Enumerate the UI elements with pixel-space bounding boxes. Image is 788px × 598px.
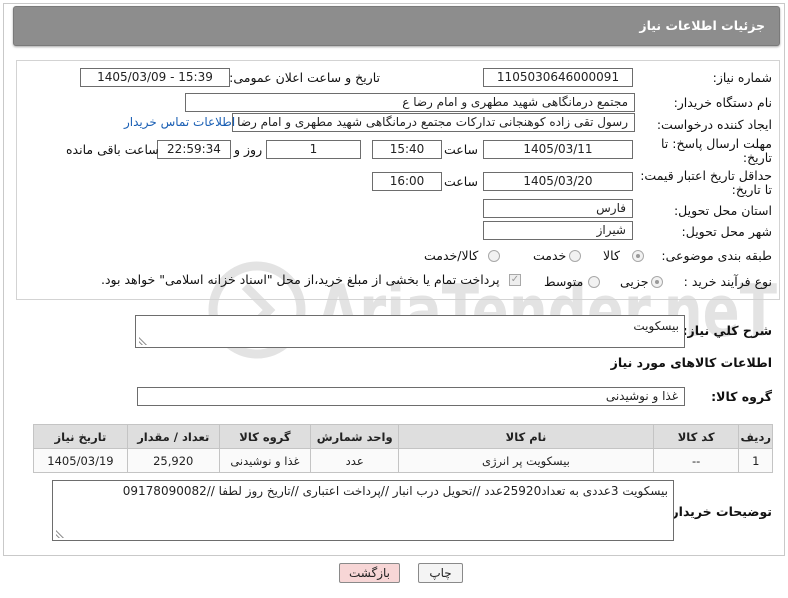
treasury-payment-checkbox[interactable]: ✓ [509, 274, 521, 286]
goods-group-field: غذا و نوشیدنی [137, 387, 685, 406]
cell-group: غذا و نوشیدنی [218, 448, 312, 473]
process-option-minor: جزیی [620, 274, 649, 289]
buyer-notes-label: توضیحات خریدار: [666, 504, 772, 519]
col-name-header: نام کالا [398, 424, 654, 449]
remaining-time-label: ساعت باقی مانده [66, 142, 159, 157]
table-row: 1 -- بیسکویت پر انرژی عدد غذا و نوشیدنی … [33, 448, 773, 473]
category-radio-service[interactable] [569, 250, 581, 262]
summary-label: شرح کلي نياز: [682, 323, 772, 338]
days-label: روز و [234, 142, 263, 157]
buyer-notes-text: بیسکویت 3عددی به تعداد25920عدد //تحویل د… [122, 484, 668, 498]
summary-textarea: بیسکویت [135, 315, 685, 348]
process-label: نوع فرآیند خرید : [683, 274, 772, 289]
print-button[interactable]: چاپ [418, 563, 463, 583]
back-button[interactable]: بازگشت [339, 563, 400, 583]
deadline-label-2: تاریخ: [742, 150, 772, 165]
buyer-notes-textarea: بیسکویت 3عددی به تعداد25920عدد //تحویل د… [52, 480, 674, 541]
category-option-goods: کالا [603, 248, 620, 263]
days-remaining-field: 1 [266, 140, 361, 159]
buyer-org-field: مجتمع درمانگاهی شهید مطهری و امام رضا ع [185, 93, 635, 112]
need-number-field: 1105030646000091 [483, 68, 633, 87]
cell-code: -- [652, 448, 740, 473]
table-header-row: ردیف کد کالا نام کالا واحد شمارش گروه کا… [33, 424, 773, 449]
cell-date: 1405/03/19 [33, 448, 128, 473]
category-option-both: کالا/خدمت [424, 248, 479, 263]
process-radio-medium[interactable] [588, 276, 600, 288]
summary-text: بیسکویت [633, 319, 679, 333]
category-radio-both[interactable] [488, 250, 500, 262]
deadline-time-label: ساعت [444, 142, 479, 157]
remaining-time-field: 22:59:34 [157, 140, 231, 159]
col-unit-header: واحد شمارش [310, 424, 400, 449]
col-code-header: کد کالا [652, 424, 740, 449]
col-row-header: ردیف [738, 424, 773, 449]
announce-date-label: تاریخ و ساعت اعلان عمومی: [229, 70, 380, 85]
requester-field: رسول تقی زاده کوهنجانی تدارکات مجتمع درم… [232, 113, 635, 132]
goods-info-title: اطلاعات کالاهای مورد نیاز [610, 355, 772, 370]
province-field: فارس [483, 199, 633, 218]
min-validity-label-2: تا تاریخ: [731, 182, 772, 197]
province-label: استان محل تحویل: [673, 203, 772, 218]
cell-qty: 25,920 [126, 448, 220, 473]
buyer-org-label: نام دستگاه خریدار: [673, 95, 772, 110]
col-group-header: گروه کالا [218, 424, 312, 449]
cell-name: بیسکویت پر انرژی [398, 448, 654, 473]
process-option-medium: متوسط [544, 274, 584, 289]
need-number-label: شماره نیاز: [712, 70, 772, 85]
page-header: جزئیات اطلاعات نیاز [13, 6, 780, 46]
cell-row: 1 [738, 448, 773, 473]
page-title: جزئیات اطلاعات نیاز [639, 18, 765, 33]
items-table: ردیف کد کالا نام کالا واحد شمارش گروه کا… [33, 424, 773, 473]
category-option-service: خدمت [533, 248, 567, 263]
validity-date-field: 1405/03/20 [483, 172, 633, 191]
deadline-date-field: 1405/03/11 [483, 140, 633, 159]
validity-time-field: 16:00 [372, 172, 442, 191]
validity-time-label: ساعت [444, 174, 479, 189]
col-date-header: تاریخ نیاز [33, 424, 128, 449]
resize-grip-icon[interactable] [139, 337, 147, 345]
requester-label: ایجاد کننده درخواست: [656, 117, 772, 132]
goods-group-label: گروه کالا: [711, 389, 772, 404]
city-label: شهر محل تحویل: [681, 224, 772, 239]
treasury-payment-note: پرداخت تمام یا بخشی از مبلغ خرید،از محل … [101, 272, 500, 287]
col-qty-header: تعداد / مقدار [126, 424, 220, 449]
buyer-contact-link[interactable]: اطلاعات تماس خریدار [124, 115, 235, 129]
city-field: شیراز [483, 221, 633, 240]
min-validity-label: حداقل تاریخ اعتبار قیمت: [640, 168, 772, 183]
category-label: طبقه بندی موضوعی: [661, 248, 772, 263]
deadline-time-field: 15:40 [372, 140, 442, 159]
cell-unit: عدد [310, 448, 400, 473]
announce-date-field: 1405/03/09 - 15:39 [80, 68, 230, 87]
resize-grip-icon[interactable] [56, 530, 64, 538]
category-radio-goods[interactable] [632, 250, 644, 262]
process-radio-minor[interactable] [651, 276, 663, 288]
deadline-label: مهلت ارسال پاسخ: تا [661, 136, 772, 151]
